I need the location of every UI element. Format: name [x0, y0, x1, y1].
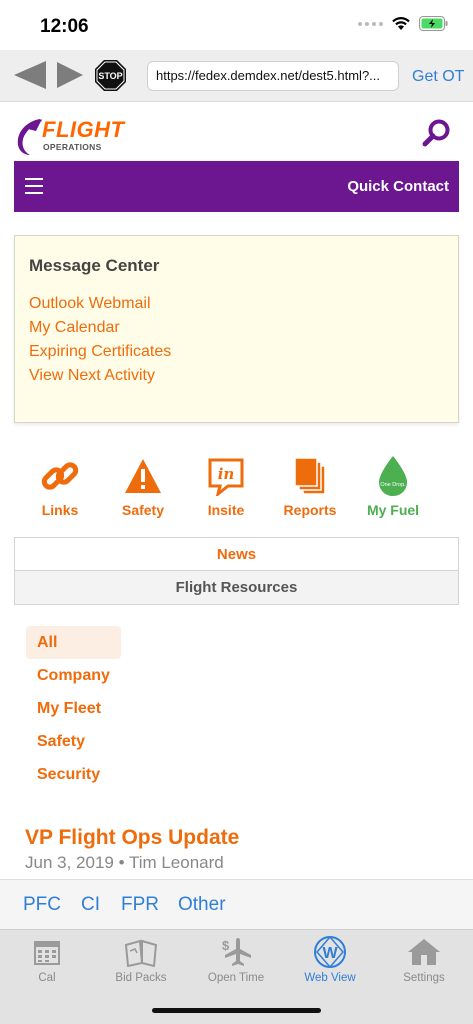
- wifi-icon: [392, 17, 410, 30]
- logo-subtitle: OPERATIONS: [43, 142, 102, 152]
- status-indicators: [358, 16, 449, 31]
- svg-text:W: W: [322, 945, 338, 962]
- tab-news[interactable]: News: [15, 538, 458, 571]
- tab-label: Bid Packs: [115, 972, 167, 984]
- quick-link-label: Insite: [207, 502, 245, 518]
- forward-arrow-icon[interactable]: [55, 59, 85, 91]
- get-ot-button[interactable]: Get OT: [412, 68, 464, 86]
- tab-bid-packs[interactable]: Bid Packs: [94, 935, 188, 984]
- article-meta: Jun 3, 2019 • Tim Leonard: [25, 853, 224, 872]
- fpr-link[interactable]: FPR: [121, 894, 159, 916]
- open-time-icon: $: [222, 938, 251, 966]
- quick-link-my-fuel[interactable]: One Drop. My Fuel: [353, 455, 433, 518]
- quick-link-reports[interactable]: Reports: [270, 455, 350, 518]
- status-bar: 12:06: [0, 0, 473, 50]
- settings-house-icon: [408, 939, 440, 965]
- message-center: Message Center Outlook Webmail My Calend…: [14, 235, 459, 423]
- filter-all[interactable]: All: [26, 626, 121, 659]
- article-title[interactable]: VP Flight Ops Update: [25, 826, 239, 850]
- quick-links-row: Links Safety in Insite Reports One Drop.…: [14, 455, 459, 525]
- calendar-icon: [34, 941, 60, 965]
- message-center-title: Message Center: [29, 256, 160, 275]
- bottom-link-bar: PFC CI FPR Other: [0, 879, 473, 929]
- hamburger-menu-icon[interactable]: [25, 178, 43, 194]
- quick-link-label: Safety: [121, 502, 165, 518]
- search-icon[interactable]: [422, 118, 452, 148]
- outlook-webmail-link[interactable]: Outlook Webmail: [29, 292, 171, 316]
- pfc-link[interactable]: PFC: [23, 894, 61, 916]
- flight-operations-logo[interactable]: FLIGHT OPERATIONS: [14, 115, 124, 157]
- stop-button[interactable]: STOP: [94, 59, 127, 92]
- svg-text:in: in: [218, 465, 235, 483]
- tab-label: Cal: [38, 972, 56, 984]
- warning-icon: [125, 459, 161, 493]
- message-center-links: Outlook Webmail My Calendar Expiring Cer…: [29, 292, 171, 388]
- other-link[interactable]: Other: [178, 894, 226, 916]
- logo-title: FLIGHT: [42, 117, 125, 142]
- quick-link-label: Links: [41, 502, 79, 518]
- filter-company[interactable]: Company: [26, 659, 121, 692]
- tab-flight-resources[interactable]: Flight Resources: [15, 571, 458, 604]
- tab-cal[interactable]: Cal: [0, 935, 94, 984]
- content-tabs: News Flight Resources: [14, 537, 459, 605]
- svg-text:$: $: [222, 938, 230, 953]
- plane-swoosh-icon: [17, 119, 42, 155]
- tab-web-view[interactable]: W Web View: [283, 935, 377, 984]
- main-nav-bar: Quick Contact: [14, 161, 459, 212]
- fuel-drop-icon: One Drop.: [379, 456, 407, 496]
- filter-my-fleet[interactable]: My Fleet: [26, 692, 121, 725]
- status-time: 12:06: [40, 16, 89, 37]
- my-calendar-link[interactable]: My Calendar: [29, 316, 171, 340]
- battery-charging-icon: [419, 16, 448, 31]
- quick-link-insite[interactable]: in Insite: [186, 455, 266, 518]
- quick-link-label: Reports: [283, 502, 337, 518]
- browser-toolbar: STOP https://fedex.demdex.net/dest5.html…: [0, 50, 473, 102]
- quick-link-safety[interactable]: Safety: [103, 455, 183, 518]
- url-field[interactable]: https://fedex.demdex.net/dest5.html?...: [147, 61, 399, 91]
- home-indicator[interactable]: [152, 1008, 321, 1013]
- insite-icon: in: [208, 458, 244, 496]
- back-arrow-icon[interactable]: [12, 59, 48, 91]
- view-next-activity-link[interactable]: View Next Activity: [29, 364, 171, 388]
- ci-link[interactable]: CI: [81, 894, 100, 916]
- web-view-icon: W: [314, 935, 346, 969]
- quick-contact-button[interactable]: Quick Contact: [347, 178, 449, 195]
- cellular-signal-icon: [358, 21, 383, 26]
- fuel-drop-text: One Drop.: [380, 482, 406, 488]
- filter-safety[interactable]: Safety: [26, 725, 121, 758]
- quick-link-label: My Fuel: [366, 502, 420, 518]
- site-header: FLIGHT OPERATIONS: [0, 102, 473, 160]
- filter-security[interactable]: Security: [26, 758, 121, 791]
- tab-label: Open Time: [207, 972, 265, 984]
- quick-link-links[interactable]: Links: [20, 455, 100, 518]
- tab-label: Web View: [304, 972, 356, 984]
- stop-label: STOP: [98, 71, 122, 81]
- tab-open-time[interactable]: $ Open Time: [189, 935, 283, 984]
- news-filter-list: All Company My Fleet Safety Security: [26, 626, 121, 791]
- reports-icon: [294, 457, 326, 495]
- tab-settings[interactable]: Settings: [377, 935, 471, 984]
- expiring-certificates-link[interactable]: Expiring Certificates: [29, 340, 171, 364]
- bid-packs-icon: [124, 939, 158, 967]
- link-icon: [41, 462, 79, 490]
- tab-label: Settings: [403, 972, 445, 984]
